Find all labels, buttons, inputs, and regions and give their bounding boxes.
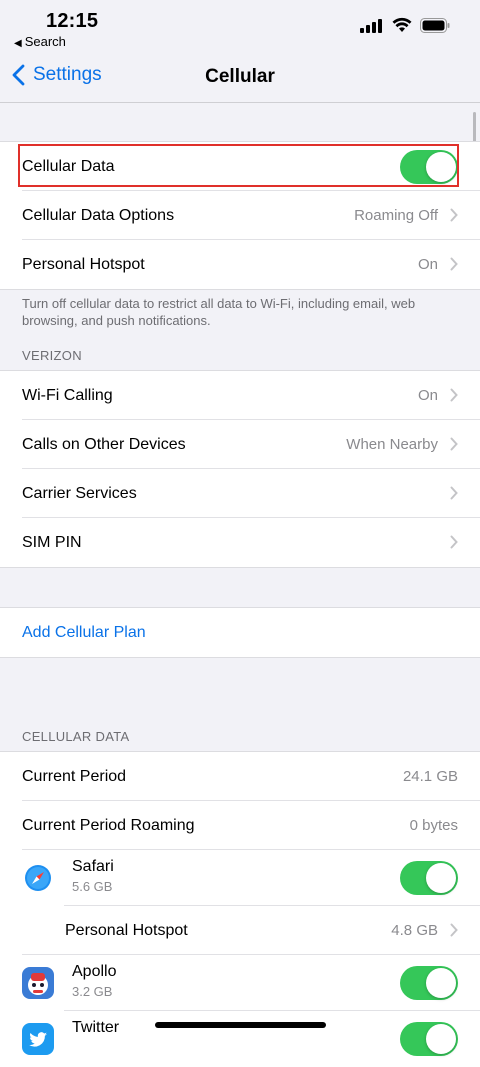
add-cellular-plan-link[interactable]: Add Cellular Plan: [22, 624, 146, 642]
cellular-data-options-value: Roaming Off: [354, 207, 438, 224]
calls-other-devices-value: When Nearby: [346, 436, 438, 453]
app-name: Apollo: [72, 963, 117, 980]
personal-hotspot-usage-label: Personal Hotspot: [65, 921, 188, 939]
cellular-data-footnote: Turn off cellular data to restrict all d…: [22, 296, 416, 328]
cellular-signal-icon: [360, 19, 382, 33]
sim-pin-row[interactable]: SIM PIN: [0, 518, 480, 567]
toggle-knob: [426, 151, 456, 182]
usage-group: Current Period 24.1 GB Current Period Ro…: [0, 751, 480, 1067]
carrier-section-header: VERIZON: [22, 348, 82, 363]
back-app-label: Search: [24, 34, 66, 49]
wifi-calling-value: On: [417, 387, 438, 404]
add-cellular-plan-row[interactable]: Add Cellular Plan: [0, 608, 480, 657]
personal-hotspot-row[interactable]: Personal Hotspot On: [0, 240, 480, 289]
cellular-data-toggle[interactable]: [400, 149, 458, 184]
apollo-toggle[interactable]: [400, 966, 458, 1000]
personal-hotspot-value: On: [417, 256, 438, 273]
apollo-text: Apollo 3.2 GB: [72, 963, 116, 999]
current-roaming-value: 0 bytes: [409, 817, 458, 834]
chevron-right-icon: [450, 257, 458, 271]
current-period-value: 24.1 GB: [402, 768, 458, 785]
twitter-toggle[interactable]: [400, 1022, 458, 1056]
cellular-data-options-label: Cellular Data Options: [22, 206, 175, 224]
calls-other-devices-row[interactable]: Calls on Other Devices When Nearby: [0, 420, 480, 469]
current-roaming-label: Current Period Roaming: [22, 816, 195, 834]
app-size: 3.2 GB: [72, 984, 113, 999]
cellular-data-options-row[interactable]: Cellular Data Options Roaming Off: [0, 191, 480, 240]
personal-hotspot-usage-value: 4.8 GB: [391, 922, 438, 939]
safari-text: Safari 5.6 GB: [72, 858, 114, 894]
app-name: Safari: [72, 858, 114, 875]
usage-section-header: CELLULAR DATA: [22, 729, 130, 744]
carrier-services-row[interactable]: Carrier Services: [0, 469, 480, 518]
personal-hotspot-usage-row[interactable]: Personal Hotspot 4.8 GB: [0, 906, 480, 955]
home-indicator: [155, 1022, 326, 1028]
chevron-right-icon: [450, 486, 458, 500]
app-name: Twitter: [72, 1019, 120, 1036]
current-period-row: Current Period 24.1 GB: [0, 752, 480, 801]
status-time: 12:15: [46, 10, 99, 32]
back-to-app[interactable]: ◀ Search: [14, 34, 66, 49]
carrier-services-label: Carrier Services: [22, 484, 137, 502]
safari-icon: [22, 862, 54, 894]
safari-toggle[interactable]: [400, 861, 458, 895]
wifi-calling-row[interactable]: Wi-Fi Calling On: [0, 371, 480, 420]
sim-pin-label: SIM PIN: [22, 533, 82, 551]
twitter-icon: [22, 1023, 54, 1055]
navigation-bar: Settings Cellular: [0, 54, 480, 103]
app-size: 5.6 GB: [72, 879, 113, 894]
status-bar: 12:15 ◀ Search: [0, 0, 480, 54]
chevron-right-icon: [450, 923, 458, 937]
chevron-right-icon: [450, 535, 458, 549]
cellular-data-row[interactable]: Cellular Data: [0, 142, 480, 191]
cellular-settings-group: Cellular Data Cellular Data Options Roam…: [0, 141, 480, 290]
toggle-knob: [426, 968, 456, 998]
personal-hotspot-label: Personal Hotspot: [22, 255, 145, 273]
carrier-group: Wi-Fi Calling On Calls on Other Devices …: [0, 370, 480, 568]
page-title: Cellular: [205, 66, 275, 87]
chevron-right-icon: [450, 437, 458, 451]
app-row-safari: Safari 5.6 GB: [0, 850, 480, 906]
wifi-icon: [392, 17, 412, 32]
calls-other-devices-label: Calls on Other Devices: [22, 435, 186, 453]
back-triangle-icon: ◀: [14, 38, 22, 49]
add-plan-group: Add Cellular Plan: [0, 607, 480, 658]
toggle-knob: [426, 863, 456, 893]
battery-icon: [420, 18, 450, 33]
chevron-right-icon: [450, 208, 458, 222]
wifi-calling-label: Wi-Fi Calling: [22, 386, 113, 404]
toggle-knob: [426, 1024, 456, 1054]
apollo-icon: [22, 967, 54, 999]
app-row-twitter: Twitter: [0, 1011, 480, 1067]
twitter-text: Twitter: [72, 1019, 119, 1037]
current-period-label: Current Period: [22, 767, 127, 785]
app-row-apollo: Apollo 3.2 GB: [0, 955, 480, 1011]
cellular-data-label: Cellular Data: [22, 157, 115, 175]
chevron-right-icon: [450, 388, 458, 402]
current-roaming-row: Current Period Roaming 0 bytes: [0, 801, 480, 850]
